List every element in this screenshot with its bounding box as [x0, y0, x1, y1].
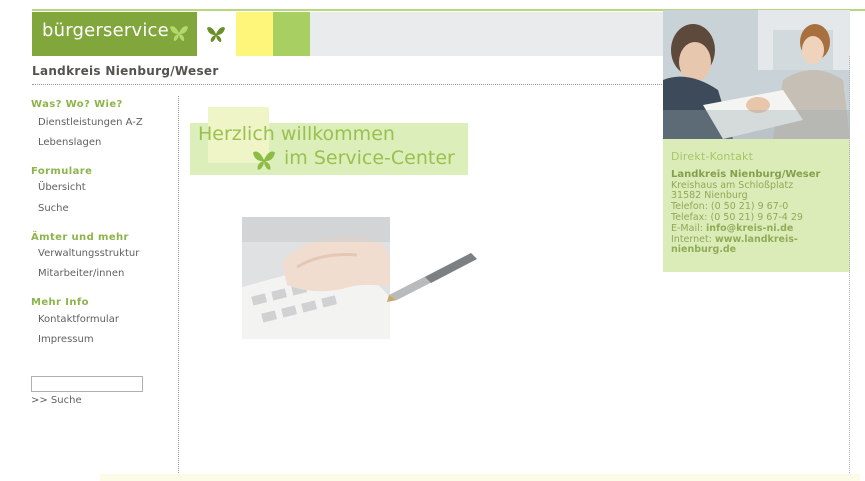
contact-info: Direkt-Kontakt Landkreis Nienburg/Weser … [671, 150, 851, 256]
search-link[interactable]: >> Suche [31, 395, 82, 406]
right-divider [849, 56, 850, 481]
header-strip [310, 12, 663, 56]
header-divider [32, 84, 662, 85]
butterfly-icon [253, 151, 275, 170]
welcome-line-2: im Service-Center [284, 147, 455, 169]
green-color-tile [273, 12, 310, 56]
butterfly-icon [170, 26, 188, 41]
nav-item-dienstleistungen[interactable]: Dienstleistungen A-Z [38, 117, 143, 128]
welcome-line-1: Herzlich willkommen [198, 123, 395, 145]
nav-heading-mehr-info: Mehr Info [31, 297, 89, 308]
contact-email-label: E-Mail: [671, 222, 703, 234]
contact-internet-link[interactable]: www.landkreis- [715, 234, 798, 245]
footer-strip [100, 474, 860, 481]
contact-email-link[interactable]: info@kreis-ni.de [706, 223, 793, 234]
district-title: Landkreis Nienburg/Weser [32, 64, 219, 78]
nav-item-suche[interactable]: Suche [38, 203, 69, 214]
office-photo [663, 10, 850, 139]
pen-image [387, 253, 477, 302]
butterfly-dark-icon [207, 27, 225, 42]
contact-internet-label: Internet: [671, 233, 712, 245]
nav-heading-was-wo-wie: Was? Wo? Wie? [31, 99, 123, 110]
nav-item-lebenslagen[interactable]: Lebenslagen [38, 137, 101, 148]
nav-heading-aemter: Ämter und mehr [31, 232, 129, 243]
nav-item-uebersicht[interactable]: Übersicht [38, 182, 86, 193]
yellow-color-tile [236, 12, 273, 56]
nav-divider [178, 96, 179, 481]
logo-text: bürgerservice [42, 20, 169, 41]
keyboard-photo [242, 217, 390, 339]
search-input[interactable] [31, 376, 143, 392]
contact-heading: Direkt-Kontakt [671, 150, 754, 163]
contact-internet-link-cont[interactable]: nienburg.de [671, 245, 851, 256]
contact-org: Landkreis Nienburg/Weser [671, 168, 821, 180]
nav-item-kontaktformular[interactable]: Kontaktformular [38, 314, 119, 325]
nav-heading-formulare: Formulare [31, 166, 93, 177]
nav-item-impressum[interactable]: Impressum [38, 334, 94, 345]
nav-item-mitarbeiter[interactable]: Mitarbeiter/innen [38, 268, 124, 279]
nav-item-verwaltungsstruktur[interactable]: Verwaltungsstruktur [38, 248, 139, 259]
butterfly-tile [197, 12, 236, 56]
